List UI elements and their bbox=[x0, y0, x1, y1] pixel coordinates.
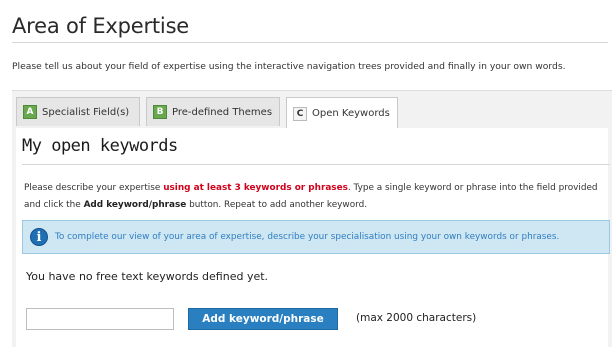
tab-badge-a: A bbox=[23, 105, 37, 119]
expertise-panel: A Specialist Field(s) B Pre-defined Them… bbox=[12, 90, 612, 347]
empty-keywords-note: You have no free text keywords defined y… bbox=[26, 270, 269, 283]
desc-part: Please describe your expertise bbox=[24, 183, 164, 193]
desc-part: button. Repeat to add another keyword. bbox=[186, 200, 368, 210]
add-keyword-button[interactable]: Add keyword/phrase bbox=[188, 308, 338, 330]
tab-predefined-themes[interactable]: B Pre-defined Themes bbox=[146, 97, 280, 126]
max-characters-note: (max 2000 characters) bbox=[356, 312, 477, 324]
tab-label: Open Keywords bbox=[312, 108, 390, 119]
intro-text: Please tell us about your field of exper… bbox=[12, 61, 566, 72]
info-text: To complete our view of your area of exp… bbox=[55, 232, 560, 242]
desc-highlight: using at least 3 keywords or phrases bbox=[163, 183, 348, 193]
page-title: Area of Expertise bbox=[12, 14, 190, 38]
tab-open-keywords[interactable]: C Open Keywords bbox=[286, 97, 398, 129]
tab-label: Specialist Field(s) bbox=[42, 106, 130, 118]
tab-specialist-fields[interactable]: A Specialist Field(s) bbox=[16, 97, 140, 126]
desc-bold: Add keyword/phrase bbox=[83, 200, 187, 210]
title-divider bbox=[12, 42, 608, 43]
keyword-input[interactable] bbox=[26, 308, 174, 330]
tab-badge-c: C bbox=[293, 106, 307, 121]
section-divider bbox=[22, 164, 610, 165]
section-title: My open keywords bbox=[22, 136, 178, 156]
tab-badge-b: B bbox=[153, 105, 167, 119]
tab-content: My open keywords Please describe your ex… bbox=[16, 128, 610, 347]
info-box: i To complete our view of your area of e… bbox=[22, 220, 610, 254]
tab-label: Pre-defined Themes bbox=[172, 106, 273, 118]
instructions-text: Please describe your expertise using at … bbox=[24, 180, 604, 214]
info-icon: i bbox=[30, 228, 48, 246]
